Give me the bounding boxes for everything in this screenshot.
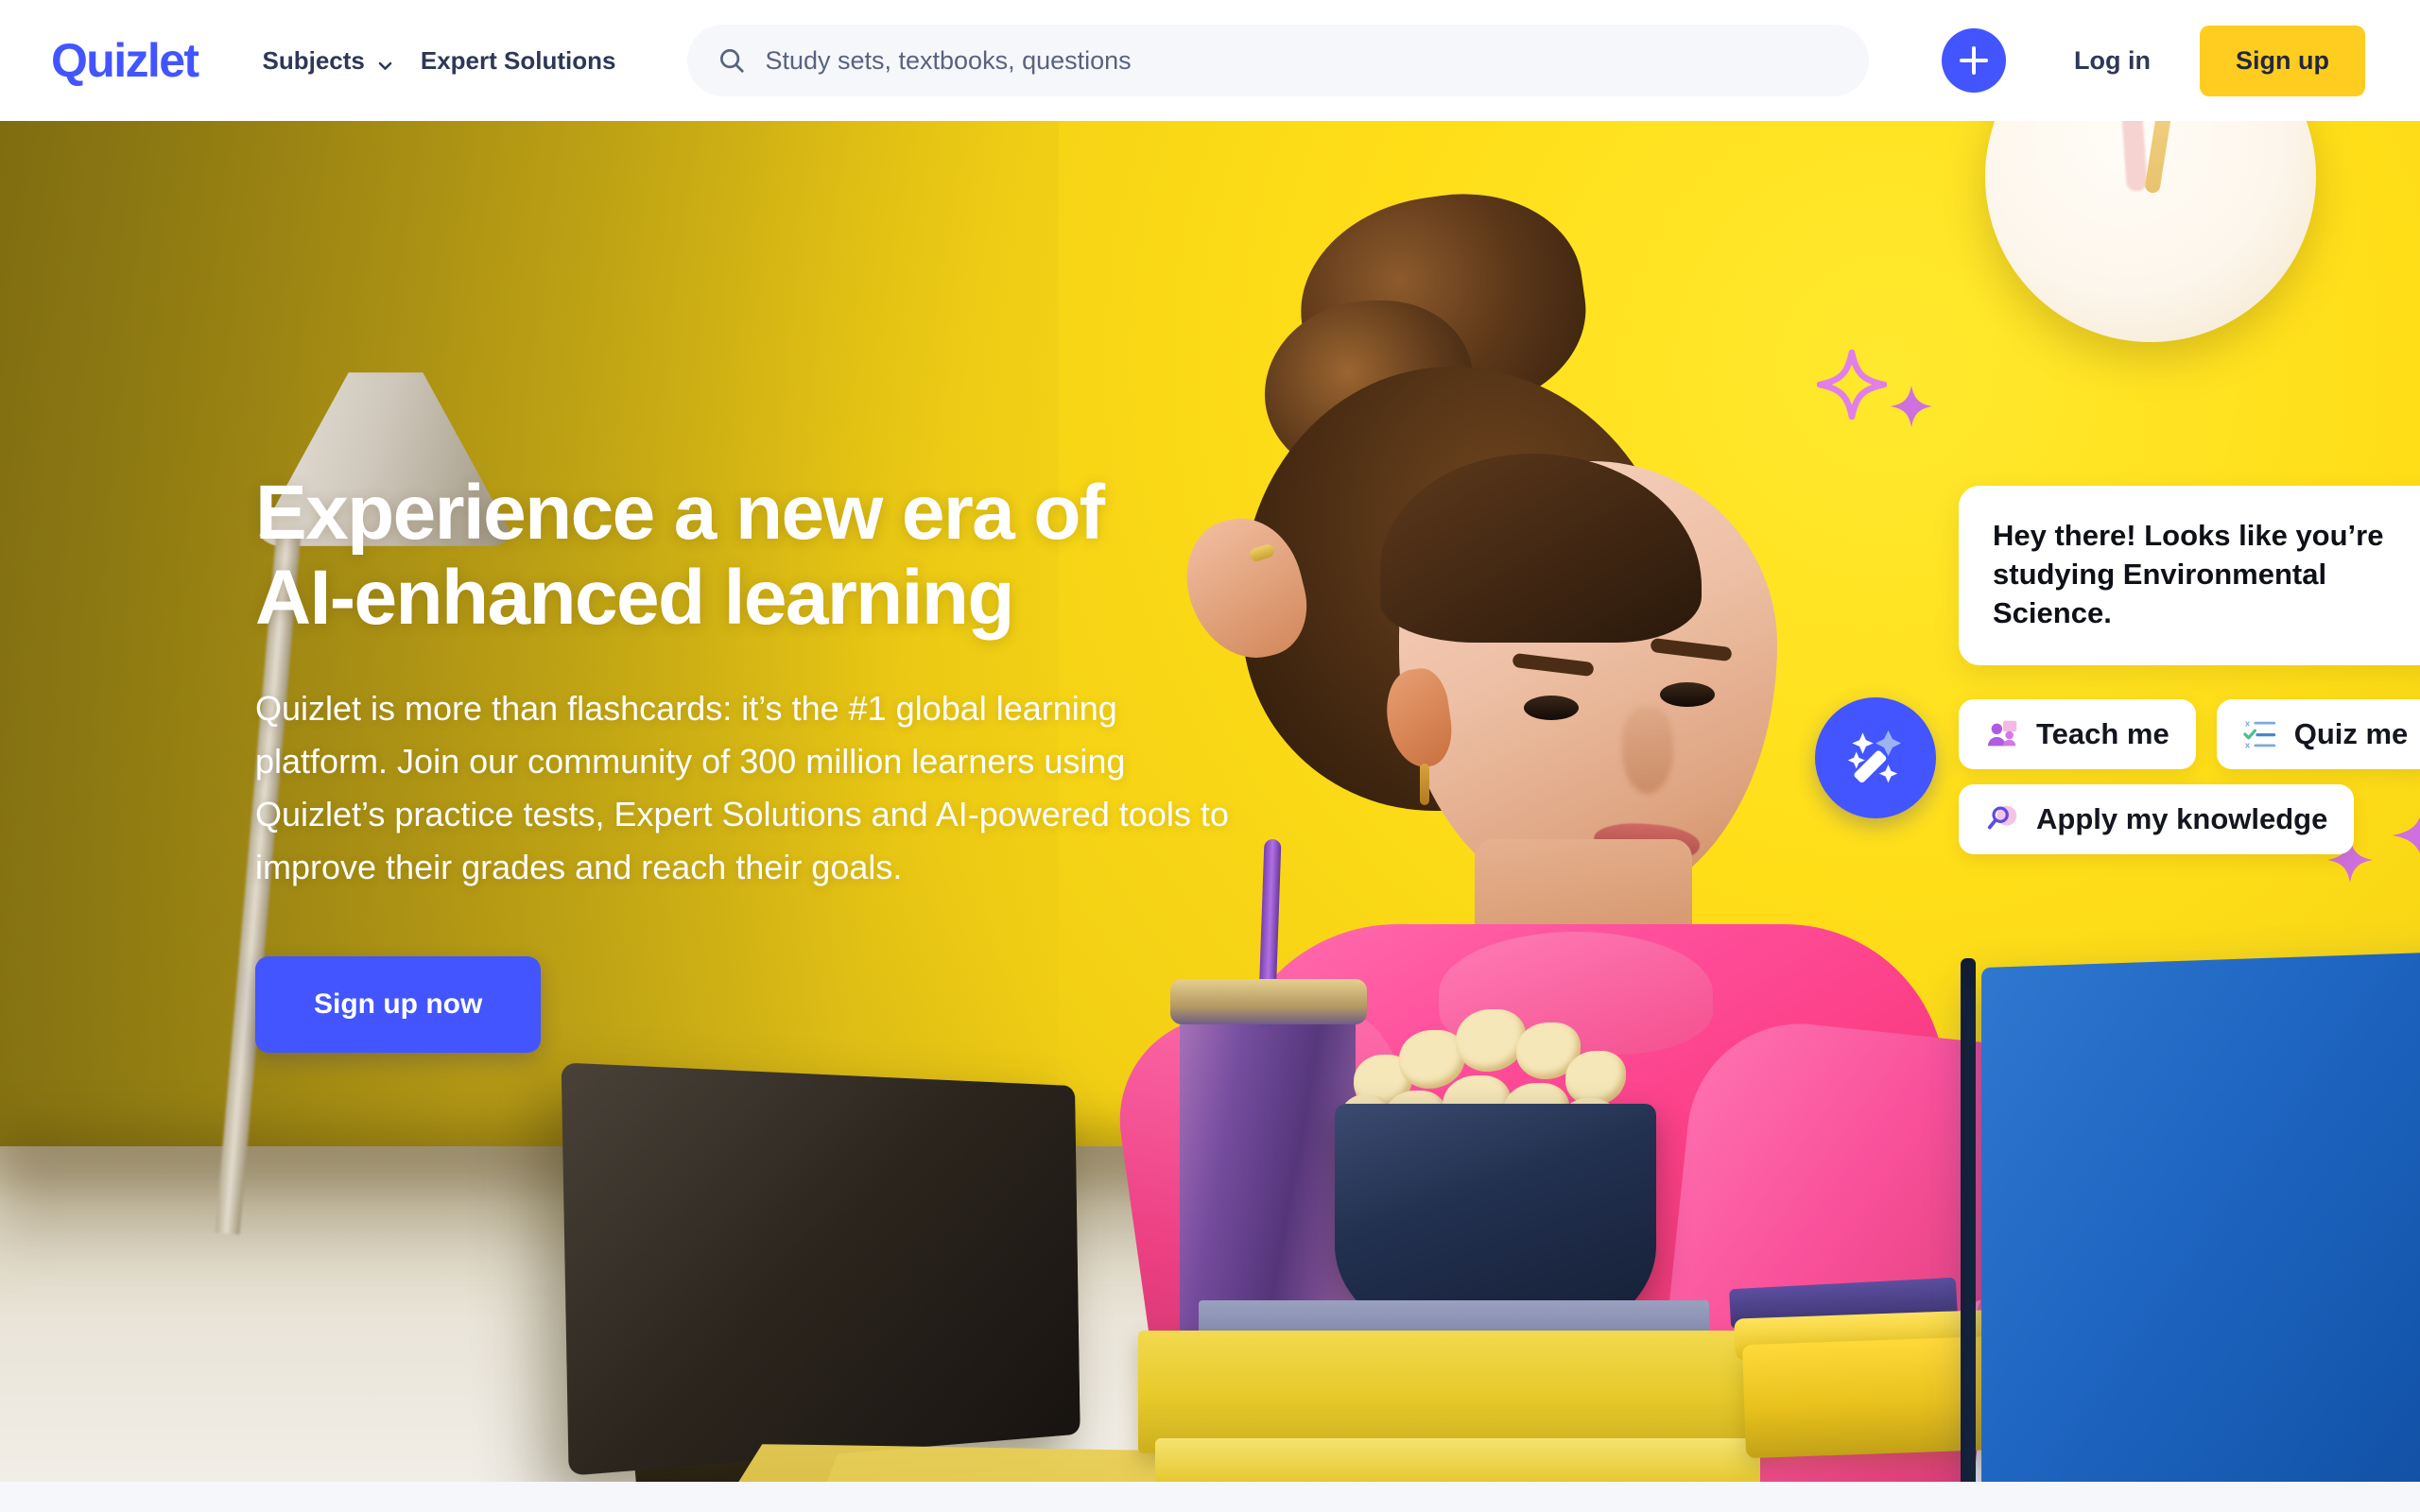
teach-icon	[1985, 716, 2021, 752]
search-icon	[717, 46, 746, 75]
signup-button[interactable]: Sign up	[2200, 25, 2365, 96]
plus-icon	[1960, 46, 1989, 75]
book-stack-top	[1138, 1331, 1762, 1453]
magic-wand-icon	[1841, 722, 1910, 795]
ai-action-row-1: Teach me x x Quiz me	[1959, 699, 2420, 769]
sparkle-bottom-large-icon	[2390, 801, 2420, 869]
header-actions: Log in Sign up	[1942, 25, 2375, 96]
book-stack-bottom	[1155, 1438, 1760, 1482]
svg-text:x: x	[2245, 718, 2251, 729]
hero-subtitle: Quizlet is more than flashcards: it’s th…	[255, 689, 1229, 886]
ai-avatar[interactable]	[1815, 697, 1936, 818]
teach-me-label: Teach me	[2036, 717, 2169, 750]
nav-item-subjects-label: Subjects	[262, 45, 365, 75]
laptop-blue	[1981, 948, 2420, 1482]
search-input[interactable]	[765, 45, 1840, 76]
login-button[interactable]: Log in	[2057, 33, 2168, 89]
quiz-icon: x x	[2243, 716, 2279, 752]
nav-item-expert-solutions[interactable]: Expert Solutions	[407, 37, 630, 85]
teach-me-button[interactable]: Teach me	[1959, 699, 2196, 769]
apply-knowledge-button[interactable]: Apply my knowledge	[1959, 784, 2355, 854]
page-title: Experience a new era of AI-enhanced lear…	[255, 470, 1314, 642]
apply-knowledge-label: Apply my knowledge	[2036, 802, 2328, 835]
nav-item-expert-solutions-label: Expert Solutions	[420, 45, 616, 75]
hero-title-line-1: Experience a new era of	[255, 470, 1105, 556]
site-header: Quizlet Subjects Expert Solutions Log in…	[0, 0, 2420, 121]
hero-copy: Experience a new era of AI-enhanced lear…	[255, 470, 1314, 1053]
chevron-down-icon	[376, 52, 394, 70]
search-bar[interactable]	[687, 25, 1870, 96]
signup-now-button[interactable]: Sign up now	[255, 955, 542, 1053]
nav-item-subjects[interactable]: Subjects	[249, 37, 406, 85]
magnify-icon	[1985, 801, 2021, 837]
quizlet-logo[interactable]: Quizlet	[51, 37, 199, 84]
hero-section: Experience a new era of AI-enhanced lear…	[0, 121, 2420, 1482]
ai-message-bubble: Hey there! Looks like you’re studying En…	[1959, 486, 2420, 665]
quiz-me-button[interactable]: x x Quiz me	[2216, 699, 2420, 769]
sparkle-small-icon	[1889, 384, 1934, 429]
laptop-edge	[1961, 957, 1976, 1482]
page-background-strip	[0, 1482, 2420, 1512]
quiz-me-label: Quiz me	[2293, 717, 2409, 750]
create-button[interactable]	[1942, 28, 2007, 93]
ai-action-row-2: Apply my knowledge	[1959, 784, 2355, 854]
tablet-device	[561, 1062, 1080, 1476]
svg-text:x: x	[2245, 740, 2251, 750]
hero-title-line-2: AI-enhanced learning	[255, 555, 1014, 642]
sparkle-large-icon	[1817, 350, 1887, 420]
